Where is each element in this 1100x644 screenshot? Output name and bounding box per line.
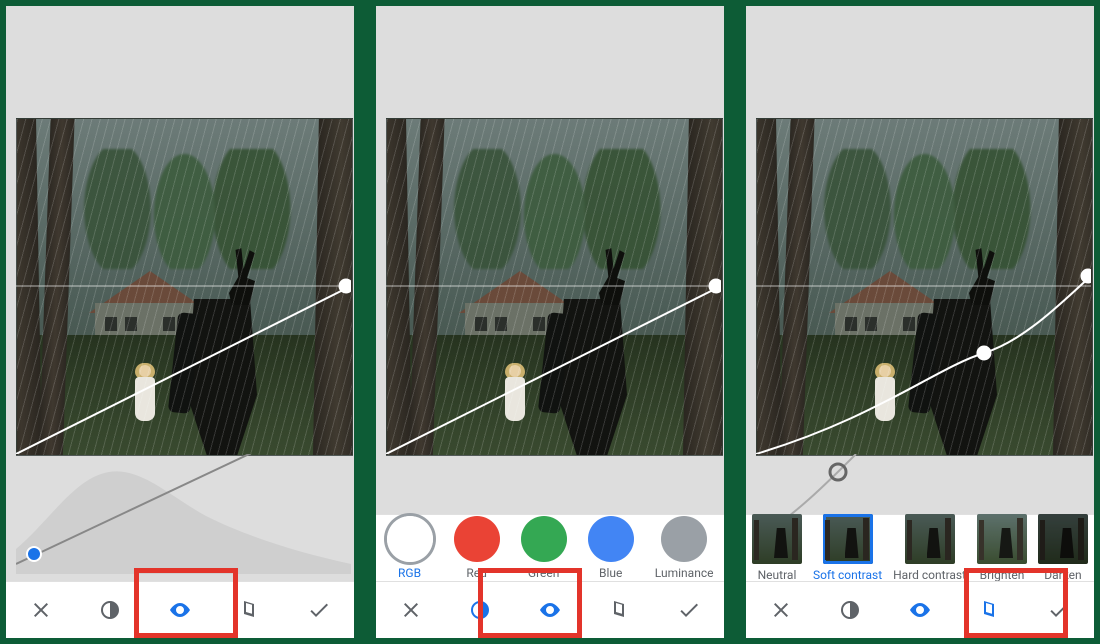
confirm-icon [677,598,701,622]
channel-label: Luminance [655,566,714,580]
preset-brighten[interactable]: Brighten [977,514,1027,582]
image-preview[interactable] [756,118,1093,456]
bottom-toolbar [746,581,1094,638]
channel-luminance[interactable]: Luminance [655,516,714,580]
preset-label: Hard contrast [893,568,966,582]
channel-red[interactable]: Red [454,516,500,580]
confirm-button[interactable] [663,588,715,632]
channel-icon [98,598,122,622]
preset-thumb [1038,514,1088,564]
channel-blue[interactable]: Blue [588,516,634,580]
channel-rgb[interactable]: RGB [387,516,433,580]
channel-label: Red [466,566,487,580]
preset-thumb [823,514,873,564]
visibility-icon [538,598,562,622]
preset-hard-contrast[interactable]: Hard contrast [893,514,966,582]
visibility-icon [908,598,932,622]
channel-label: Green [528,566,559,580]
channel-icon [838,598,862,622]
preset-darken[interactable]: Darken [1038,514,1088,582]
visibility-button[interactable] [154,588,206,632]
visibility-icon [168,598,192,622]
screen-preset-picker: Neutral Soft contrast Hard contrast Brig… [740,0,1100,644]
close-button[interactable] [385,588,437,632]
canvas-area[interactable] [6,6,354,581]
swatch-luminance [661,516,707,562]
close-icon [29,598,53,622]
channel-green[interactable]: Green [521,516,567,580]
presets-icon [608,598,632,622]
confirm-button[interactable] [293,588,345,632]
image-preview[interactable] [386,118,723,456]
canvas-area[interactable] [746,6,1094,514]
channel-button[interactable] [454,588,506,632]
preset-thumb [905,514,955,564]
presets-icon [978,598,1002,622]
visibility-button[interactable] [894,588,946,632]
presets-icon [238,598,262,622]
close-button[interactable] [15,588,67,632]
channel-row: RGB Red Green Blue Luminance [376,514,724,581]
close-icon [399,598,423,622]
channel-label: RGB [398,566,421,580]
histogram[interactable] [16,454,351,574]
image-preview[interactable] [16,118,353,456]
presets-button[interactable] [964,588,1016,632]
swatch-blue [588,516,634,562]
confirm-icon [1047,598,1071,622]
preset-label: Brighten [980,568,1025,582]
channel-button[interactable] [824,588,876,632]
preset-thumb [977,514,1027,564]
visibility-button[interactable] [524,588,576,632]
confirm-button[interactable] [1033,588,1085,632]
swatch-rgb [387,516,433,562]
bottom-toolbar [376,581,724,638]
presets-button[interactable] [224,588,276,632]
preset-label: Soft contrast [813,568,882,582]
screen-curves-linear [0,0,360,644]
channel-button[interactable] [84,588,136,632]
preset-label: Darken [1044,568,1081,582]
close-icon [769,598,793,622]
swatch-red [454,516,500,562]
channel-icon [468,598,492,622]
presets-button[interactable] [594,588,646,632]
bottom-toolbar [6,581,354,638]
confirm-icon [307,598,331,622]
close-button[interactable] [755,588,807,632]
canvas-area[interactable] [376,6,724,514]
preset-label: Neutral [758,568,797,582]
preset-neutral[interactable]: Neutral [752,514,802,582]
screen-channel-picker: RGB Red Green Blue Luminance [370,0,730,644]
channel-label: Blue [599,566,622,580]
preset-thumb [752,514,802,564]
swatch-green [521,516,567,562]
preset-row: Neutral Soft contrast Hard contrast Brig… [746,514,1094,581]
preset-soft-contrast[interactable]: Soft contrast [813,514,882,582]
